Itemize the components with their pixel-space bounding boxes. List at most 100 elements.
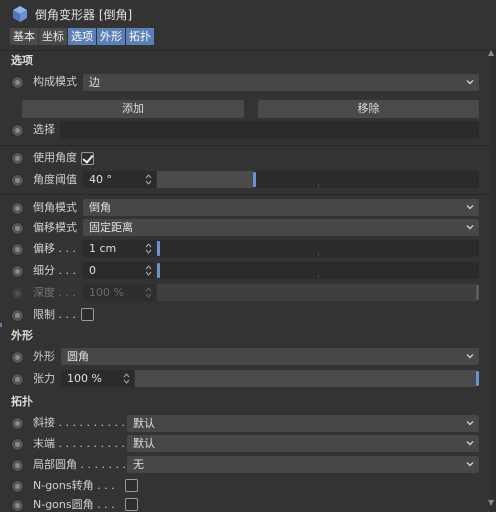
ngon-round-label: N-gons圆角 . . . — [33, 498, 115, 511]
spinner-arrows-icon[interactable] — [123, 372, 130, 385]
tension-label: 张力 — [33, 372, 55, 385]
ngon-corner-label: N-gons转角 . . . — [33, 479, 115, 492]
shape-label: 外形 — [33, 350, 55, 363]
chevron-down-icon — [466, 441, 474, 446]
mode-value: 边 — [89, 76, 100, 89]
use-angle-label: 使用角度 — [33, 151, 77, 164]
animation-radio-icon[interactable] — [11, 76, 24, 89]
subdiv-input[interactable]: 0 — [83, 262, 156, 279]
offset-value: 1 cm — [89, 242, 117, 255]
subdiv-slider[interactable] — [157, 262, 479, 279]
add-button[interactable]: 添加 — [22, 100, 244, 118]
tension-value: 100 % — [67, 372, 102, 385]
slider-tick — [318, 275, 319, 278]
spinner-arrows-icon[interactable] — [145, 264, 152, 277]
miter-value: 默认 — [133, 417, 155, 430]
tab-bar: 基本 坐标 选项 外形 拓扑 — [10, 28, 154, 45]
offset-input[interactable]: 1 cm — [83, 240, 156, 257]
animation-radio-icon[interactable] — [11, 373, 24, 386]
tab-basic[interactable]: 基本 — [10, 28, 38, 45]
animation-radio-icon[interactable] — [11, 417, 24, 430]
animation-radio-icon[interactable] — [11, 265, 24, 278]
bevel-mode-value: 倒角 — [89, 201, 111, 214]
ngon-corner-checkbox[interactable] — [125, 479, 138, 492]
tension-slider[interactable] — [135, 370, 479, 387]
tab-topology[interactable]: 拓扑 — [126, 28, 154, 45]
chevron-down-icon — [466, 462, 474, 467]
animation-radio-icon[interactable] — [11, 438, 24, 451]
limit-checkbox[interactable] — [81, 308, 94, 321]
animation-radio-icon[interactable] — [11, 243, 24, 256]
cube-icon — [13, 6, 27, 22]
chevron-down-icon — [466, 421, 474, 426]
offset-label: 偏移 . . . — [33, 242, 76, 255]
spinner-arrows-icon — [145, 287, 152, 298]
mode-label: 构成模式 — [33, 75, 77, 88]
scroll-down-icon[interactable]: ▼ — [488, 498, 494, 507]
miter-label: 斜接 . . . . . . . . . . — [33, 416, 125, 429]
slider-knob[interactable] — [157, 241, 160, 256]
angle-slider[interactable] — [157, 171, 479, 188]
vertical-scrollbar[interactable] — [490, 48, 496, 512]
animation-radio-icon[interactable] — [11, 499, 24, 512]
slider-knob — [476, 285, 479, 300]
slider-fill — [135, 370, 476, 387]
depth-input: 100 % — [83, 284, 156, 301]
bevel-mode-label: 倒角模式 — [33, 201, 77, 214]
animation-radio-icon[interactable] — [11, 480, 24, 493]
section-title-topology: 拓扑 — [0, 393, 496, 411]
animation-radio-icon[interactable] — [11, 124, 24, 137]
shape-value: 圆角 — [67, 350, 89, 363]
tab-coord[interactable]: 坐标 — [39, 28, 67, 45]
spinner-arrows-icon[interactable] — [145, 173, 152, 186]
remove-button[interactable]: 移除 — [258, 100, 479, 118]
scroll-up-icon[interactable]: ▲ — [488, 48, 494, 57]
ngon-round-checkbox[interactable] — [125, 498, 138, 511]
end-label: 末端 . . . . . . . . . . — [33, 437, 125, 450]
slider-fill — [157, 171, 253, 188]
partial-round-value: 无 — [133, 458, 144, 471]
slider-knob[interactable] — [157, 263, 160, 278]
tab-options[interactable]: 选项 — [68, 28, 96, 45]
chevron-down-icon — [466, 354, 474, 359]
mode-dropdown[interactable]: 边 — [83, 74, 479, 91]
offset-mode-label: 偏移模式 — [33, 221, 77, 234]
use-angle-checkbox[interactable] — [81, 152, 94, 165]
tension-input[interactable]: 100 % — [61, 370, 134, 387]
section-title-options: 选项 — [0, 52, 496, 70]
angle-label: 角度阈值 — [33, 173, 77, 186]
partial-round-label: 局部圆角 . . . . . . . — [33, 458, 126, 471]
bevel-mode-dropdown[interactable]: 倒角 — [83, 199, 479, 216]
shape-dropdown[interactable]: 圆角 — [61, 348, 479, 365]
slider-tick — [318, 184, 319, 187]
angle-input[interactable]: 40 ° — [83, 171, 156, 188]
animation-radio-icon[interactable] — [11, 174, 24, 187]
slider-knob[interactable] — [476, 371, 479, 386]
tab-shape[interactable]: 外形 — [97, 28, 125, 45]
slider-tick — [318, 253, 319, 256]
animation-radio-icon[interactable] — [11, 351, 24, 364]
subdiv-value: 0 — [89, 264, 96, 277]
animation-radio-icon — [11, 287, 24, 300]
chevron-down-icon — [466, 205, 474, 210]
slider-knob[interactable] — [253, 172, 256, 187]
offset-mode-dropdown[interactable]: 固定距离 — [83, 219, 479, 236]
group-divider — [0, 194, 496, 195]
section-divider — [0, 50, 496, 51]
animation-radio-icon[interactable] — [11, 309, 24, 322]
offset-slider[interactable] — [157, 240, 479, 257]
partial-round-dropdown[interactable]: 无 — [127, 456, 479, 473]
section-title-shape: 外形 — [0, 327, 496, 345]
end-dropdown[interactable]: 默认 — [127, 435, 479, 452]
subdiv-label: 细分 . . . — [33, 264, 76, 277]
depth-value: 100 % — [89, 286, 124, 299]
selection-field[interactable] — [60, 121, 479, 139]
animation-radio-icon[interactable] — [11, 459, 24, 472]
animation-radio-icon[interactable] — [11, 222, 24, 235]
miter-dropdown[interactable]: 默认 — [127, 415, 479, 432]
animation-radio-icon[interactable] — [11, 152, 24, 165]
spinner-arrows-icon[interactable] — [145, 242, 152, 255]
angle-value: 40 ° — [89, 173, 112, 186]
animation-radio-icon[interactable] — [11, 202, 24, 215]
selection-label: 选择 — [33, 123, 55, 136]
